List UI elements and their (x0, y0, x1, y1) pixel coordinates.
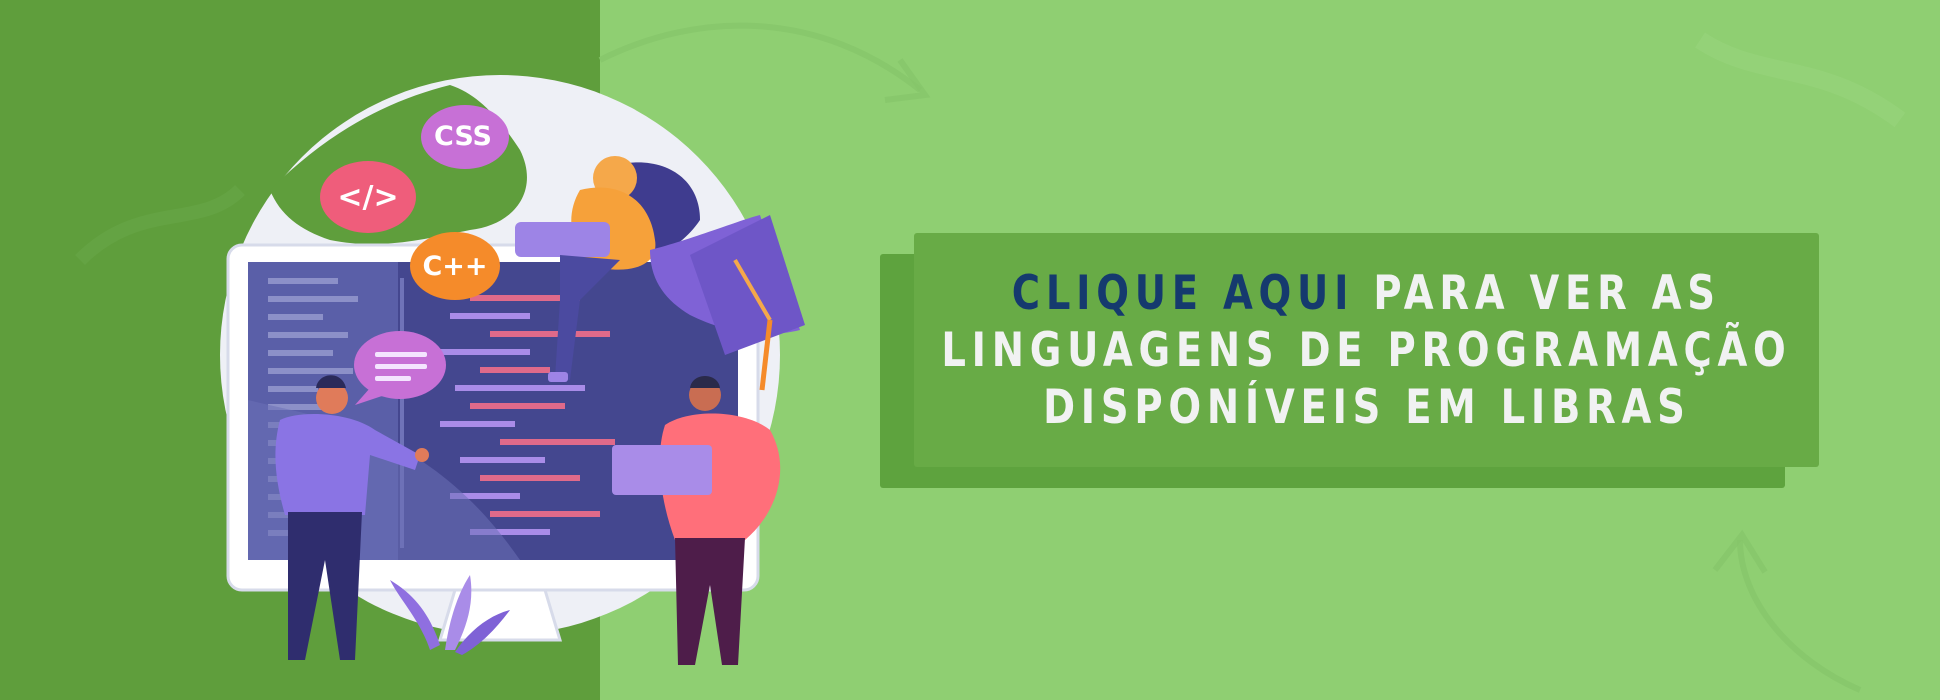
cta-line-1-rest: PARA VER AS (1354, 265, 1721, 321)
html-tag-bubble-label: </> (337, 179, 399, 215)
cta-line-2: LINGUAGENS DE PROGRAMAÇÃO (941, 322, 1792, 378)
cpp-bubble-label: C++ (422, 250, 488, 282)
banner[interactable]: CSS </> C++ CLIQUE AQUI PARA VER AS LING… (0, 0, 1940, 700)
programming-illustration (220, 75, 805, 665)
cta-line-1: CLIQUE AQUI PARA VER AS (1012, 265, 1721, 322)
cta-link-box[interactable]: CLIQUE AQUI PARA VER AS LINGUAGENS DE PR… (914, 233, 1819, 467)
cta-line-3: DISPONÍVEIS EM LIBRAS (1042, 379, 1691, 435)
cta-highlight-link[interactable]: CLIQUE AQUI (1012, 266, 1354, 321)
css-bubble-label: CSS (434, 120, 492, 152)
